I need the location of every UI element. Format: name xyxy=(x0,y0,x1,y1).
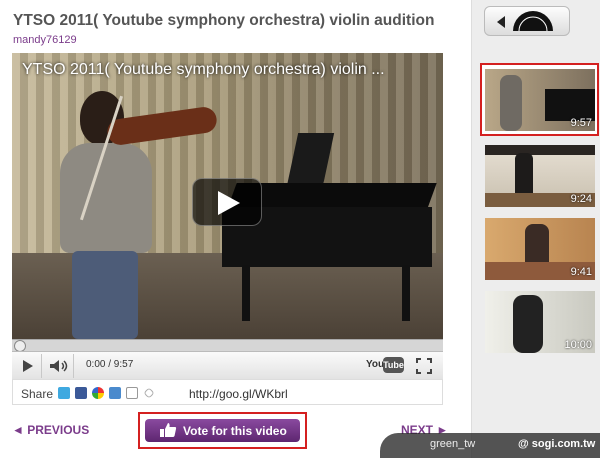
youtube-logo[interactable]: You Tube xyxy=(366,357,404,375)
time-display: 0:00 / 9:57 xyxy=(86,359,134,370)
volume-icon xyxy=(50,360,68,372)
playlist-item[interactable]: 9:41 xyxy=(485,218,595,280)
video-title: YTSO 2011( Youtube symphony orchestra) v… xyxy=(13,12,435,29)
play-icon xyxy=(23,360,33,372)
big-play-button[interactable] xyxy=(192,178,262,226)
playlist-item[interactable]: 10:00 xyxy=(485,291,595,353)
duration-badge: 9:24 xyxy=(570,193,592,205)
share-service-icon[interactable] xyxy=(92,387,104,399)
share-label: Share xyxy=(21,387,54,401)
watermark-site: @ sogi.com.tw xyxy=(518,438,596,450)
vote-highlight: Vote for this video xyxy=(138,412,307,449)
duration-badge: 10:00 xyxy=(564,339,592,351)
playlist-item[interactable]: 9:24 xyxy=(485,145,595,207)
duration-badge: 9:41 xyxy=(570,266,592,278)
video-frame[interactable]: YTSO 2011( Youtube symphony orchestra) v… xyxy=(12,53,443,339)
email-icon[interactable] xyxy=(126,387,138,399)
watermark-user: green_tw xyxy=(430,438,476,450)
share-bar: Share http://goo.gl/WKbrl xyxy=(12,379,443,405)
thumbs-up-icon xyxy=(160,423,177,437)
playlist-sidebar: 9:57 9:24 9:41 10:00 xyxy=(471,0,600,458)
control-bar: 0:00 / 9:57 You Tube xyxy=(12,351,443,379)
author-link[interactable]: mandy76129 xyxy=(13,34,77,46)
playlist-item[interactable]: 9:57 xyxy=(485,69,595,131)
play-icon xyxy=(218,191,240,215)
vote-button[interactable]: Vote for this video xyxy=(145,419,300,442)
volume-button[interactable] xyxy=(42,354,74,378)
vote-label: Vote for this video xyxy=(183,424,287,438)
youtube-logo-tube: Tube xyxy=(383,357,404,373)
playlist-prev-button[interactable] xyxy=(484,6,570,36)
video-player[interactable]: YTSO 2011( Youtube symphony orchestra) v… xyxy=(12,53,443,405)
play-button[interactable] xyxy=(12,354,42,378)
previous-link[interactable]: ◄ PREVIOUS xyxy=(12,423,89,437)
youtube-logo-you: You xyxy=(366,359,385,370)
bookmark-icon[interactable] xyxy=(109,387,121,399)
facebook-icon[interactable] xyxy=(75,387,87,399)
watermark: green_tw @ sogi.com.tw xyxy=(380,433,600,458)
fullscreen-icon xyxy=(416,358,432,374)
video-page: YTSO 2011( Youtube symphony orchestra) v… xyxy=(0,0,600,458)
duration-badge: 9:57 xyxy=(570,117,592,129)
progress-bar[interactable] xyxy=(12,339,443,352)
twitter-icon[interactable] xyxy=(58,387,70,399)
link-icon xyxy=(143,387,155,399)
share-url[interactable]: http://goo.gl/WKbrl xyxy=(189,387,288,401)
fullscreen-button[interactable] xyxy=(415,357,433,375)
arrow-left-icon xyxy=(497,11,553,32)
video-overlay-title[interactable]: YTSO 2011( Youtube symphony orchestra) v… xyxy=(22,61,385,79)
